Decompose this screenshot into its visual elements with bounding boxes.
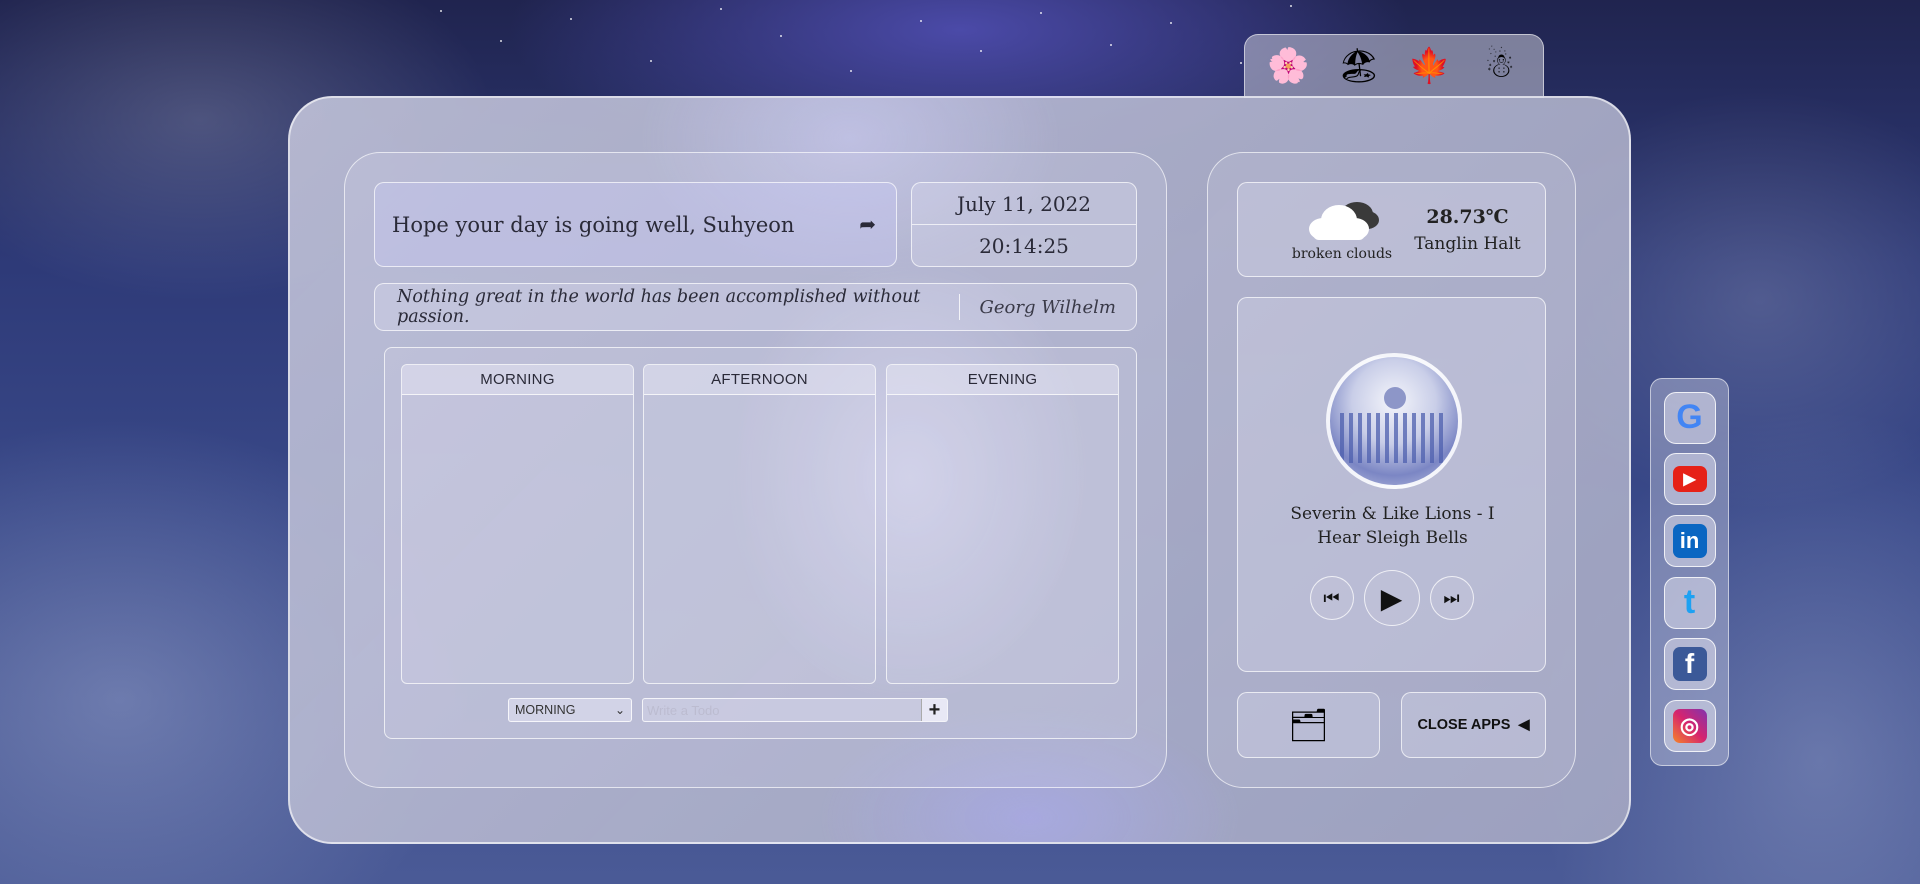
apps-toggle-button[interactable]: 🗂 bbox=[1237, 692, 1380, 758]
todo-input[interactable]: Write a Todo + bbox=[642, 698, 948, 722]
caret-left-icon: ◀ bbox=[1518, 717, 1530, 733]
song-title: Severin & Like Lions - I Hear Sleigh Bel… bbox=[1290, 504, 1495, 548]
twitter-link[interactable]: t bbox=[1663, 576, 1716, 629]
play-button[interactable]: ▶ bbox=[1363, 570, 1420, 626]
previous-track-button[interactable]: ⏮ bbox=[1309, 576, 1354, 620]
instagram-link[interactable]: ◎ bbox=[1663, 700, 1716, 753]
forest-graphic bbox=[1340, 413, 1448, 463]
temperature: 28.73℃ bbox=[1426, 205, 1509, 228]
logout-icon[interactable]: ➦ bbox=[859, 212, 876, 237]
apps-sidebar: G ▶ in t f ◎ bbox=[1650, 378, 1729, 766]
youtube-icon: ▶ bbox=[1672, 466, 1707, 493]
cloud-icon bbox=[1309, 201, 1379, 240]
facebook-link[interactable]: f bbox=[1663, 638, 1716, 691]
quote-author: Georg Wilhelm bbox=[979, 296, 1117, 318]
music-player: Severin & Like Lions - I Hear Sleigh Bel… bbox=[1237, 297, 1546, 672]
skip-back-icon: ⏮ bbox=[1323, 587, 1340, 608]
todo-column-morning[interactable]: MORNING bbox=[401, 364, 634, 684]
select-value: MORNING bbox=[515, 703, 576, 717]
next-track-button[interactable]: ⏭ bbox=[1429, 576, 1474, 620]
time-of-day-select[interactable]: MORNING ⌄ bbox=[508, 698, 632, 722]
quote-text: Nothing great in the world has been acco… bbox=[397, 287, 921, 327]
album-art bbox=[1326, 353, 1462, 489]
player-controls: ⏮ ▶ ⏭ bbox=[1238, 570, 1545, 626]
current-time: 20:14:25 bbox=[979, 234, 1069, 258]
quote-card: Nothing great in the world has been acco… bbox=[374, 283, 1137, 331]
add-todo-button[interactable]: + bbox=[921, 699, 947, 721]
todo-column-title: MORNING bbox=[402, 365, 633, 395]
linkedin-link[interactable]: in bbox=[1663, 515, 1716, 568]
cherry-blossom-icon: 🌸 bbox=[1267, 47, 1310, 85]
todo-column-title: EVENING bbox=[887, 365, 1118, 395]
twitter-icon: t bbox=[1683, 583, 1696, 622]
snowman-icon: ☃ bbox=[1484, 47, 1515, 85]
quote-divider bbox=[958, 294, 960, 320]
greeting-text: Hope your day is going well, Suhyeon bbox=[392, 212, 795, 237]
todo-input-placeholder: Write a Todo bbox=[647, 702, 720, 718]
clock-card: July 11, 2022 20:14:25 bbox=[911, 182, 1137, 267]
todo-column-afternoon[interactable]: AFTERNOON bbox=[643, 364, 876, 684]
apps-folder-icon: 🗂 bbox=[1288, 707, 1329, 743]
skip-forward-icon: ⏭ bbox=[1443, 587, 1460, 608]
winter-theme-button[interactable]: ☃ bbox=[1469, 38, 1531, 94]
close-apps-label: CLOSE APPS bbox=[1417, 717, 1511, 733]
close-apps-button[interactable]: CLOSE APPS ◀ bbox=[1401, 692, 1546, 758]
weather-card: broken clouds 28.73℃ Tanglin Halt bbox=[1237, 182, 1546, 277]
weather-description: broken clouds bbox=[1291, 245, 1393, 262]
greeting-card: Hope your day is going well, Suhyeon ➦ bbox=[374, 182, 897, 267]
summer-theme-button[interactable]: 🏖 bbox=[1328, 38, 1390, 94]
todo-column-evening[interactable]: EVENING bbox=[886, 364, 1119, 684]
autumn-theme-button[interactable]: 🍁 bbox=[1398, 38, 1460, 94]
maple-leaf-icon: 🍁 bbox=[1408, 47, 1451, 85]
facebook-icon: f bbox=[1672, 647, 1707, 682]
play-icon: ▶ bbox=[1380, 582, 1403, 614]
moon-graphic bbox=[1384, 387, 1406, 409]
spring-theme-button[interactable]: 🌸 bbox=[1257, 38, 1319, 94]
google-link[interactable]: G bbox=[1663, 391, 1716, 444]
chevron-down-icon: ⌄ bbox=[614, 703, 625, 717]
instagram-icon: ◎ bbox=[1672, 709, 1707, 744]
season-selector: 🌸 🏖 🍁 ☃ bbox=[1244, 34, 1544, 98]
todo-form: MORNING ⌄ Write a Todo + bbox=[508, 698, 948, 722]
city-name: Tanglin Halt bbox=[1414, 233, 1521, 254]
youtube-link[interactable]: ▶ bbox=[1663, 453, 1716, 506]
todo-column-title: AFTERNOON bbox=[644, 365, 875, 395]
beach-umbrella-icon: 🏖 bbox=[1337, 47, 1381, 85]
night-sky-stars bbox=[420, 0, 1320, 100]
google-icon: G bbox=[1676, 398, 1703, 437]
current-date: July 11, 2022 bbox=[912, 183, 1136, 225]
linkedin-icon: in bbox=[1672, 524, 1707, 559]
